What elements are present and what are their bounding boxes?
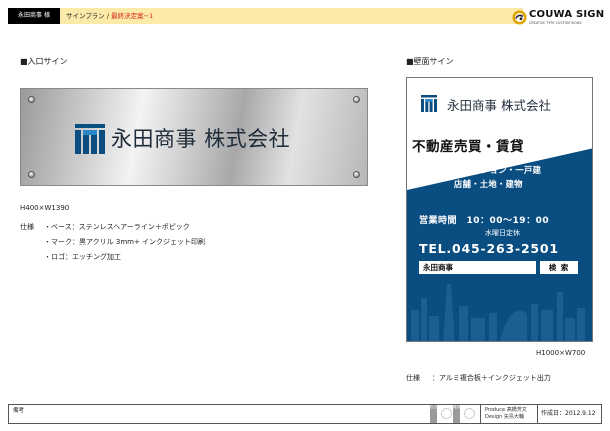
wall-spec-label: 仕様	[406, 374, 420, 382]
plan-status: 最終決定案−1	[111, 12, 154, 20]
design-credit: Design 矢島大輔	[485, 414, 524, 420]
entrance-spec-item: ・ロゴ：エッチング加工	[44, 253, 121, 261]
entrance-spec-item: ・マーク：黒アクリル 3mm+ インクジェット印刷	[44, 238, 206, 246]
search-text: 永田商事	[423, 263, 453, 272]
business-hours: 営業時間 10：00〜19：00	[419, 216, 550, 226]
entrance-company-name: 永田商事 株式会社	[111, 127, 291, 151]
divider	[480, 405, 481, 423]
company-mark-icon	[421, 95, 437, 112]
wall-sign-graphic	[407, 95, 592, 341]
logo-mark-icon	[512, 10, 527, 25]
logo-tagline: CREATIVE TYPE CUSTOM SIGNS	[529, 21, 582, 25]
screw-icon	[353, 96, 360, 103]
stamp-circle	[464, 408, 475, 419]
logo-wordmark: COUWA SIGN	[529, 9, 605, 20]
produce-credit: Produce 髙橋芳文	[485, 407, 527, 413]
wall-sign-board: 永田商事 株式会社 不動産売買・賃貸 アパート・マンション・一戸建 店舗・土地・…	[406, 77, 593, 342]
wall-spec: ：アルミ複合板＋インクジェット出力	[432, 374, 551, 382]
credits: Produce 髙橋芳文 Design 矢島大輔	[485, 407, 527, 421]
stamp-circle	[441, 408, 452, 419]
stamp-label: 担当	[430, 405, 437, 423]
business-line-2: 店舗・土地・建物	[454, 179, 523, 189]
company-mark-icon	[75, 124, 105, 154]
wall-company-name: 永田商事 株式会社	[447, 98, 551, 113]
business-title: 不動産売買・賃貸	[412, 139, 524, 155]
stamp-label: 確認	[453, 405, 460, 423]
business-line-1: アパート・マンション・一戸建	[421, 165, 542, 175]
entrance-spec-label: 仕様	[20, 223, 34, 231]
created-date: 作成日：2012.9.12	[541, 410, 596, 417]
plan-title: サインプラン / 最終決定案−1	[66, 8, 153, 24]
divider	[537, 405, 538, 423]
wall-heading: ■壁面サイン	[406, 57, 454, 66]
search-button-graphic: 検 索	[540, 261, 578, 274]
entrance-size: H400×W1390	[20, 204, 70, 212]
entrance-sign-plate: 永田商事 株式会社	[20, 88, 368, 186]
couwa-sign-logo: COUWA SIGN CREATIVE TYPE CUSTOM SIGNS	[512, 8, 606, 28]
screw-icon	[28, 171, 35, 178]
wall-size: H1000×W700	[536, 349, 586, 357]
plan-prefix: サインプラン /	[66, 12, 112, 20]
remark-label: 備考	[13, 408, 25, 414]
phone-number: TEL.045-263-2501	[419, 241, 559, 256]
client-label: 永田商事 様	[8, 8, 60, 24]
entrance-spec-item: ・ベース：ステンレスヘアーライン＋ポピック	[44, 223, 190, 231]
footer-table: 備考 担当 確認 Produce 髙橋芳文 Design 矢島大輔 作成日：20…	[8, 404, 602, 424]
closed-day: 水曜日定休	[485, 229, 520, 237]
screw-icon	[353, 171, 360, 178]
screw-icon	[28, 96, 35, 103]
search-box-graphic: 永田商事	[419, 261, 536, 274]
entrance-heading: ■入口サイン	[20, 57, 68, 66]
